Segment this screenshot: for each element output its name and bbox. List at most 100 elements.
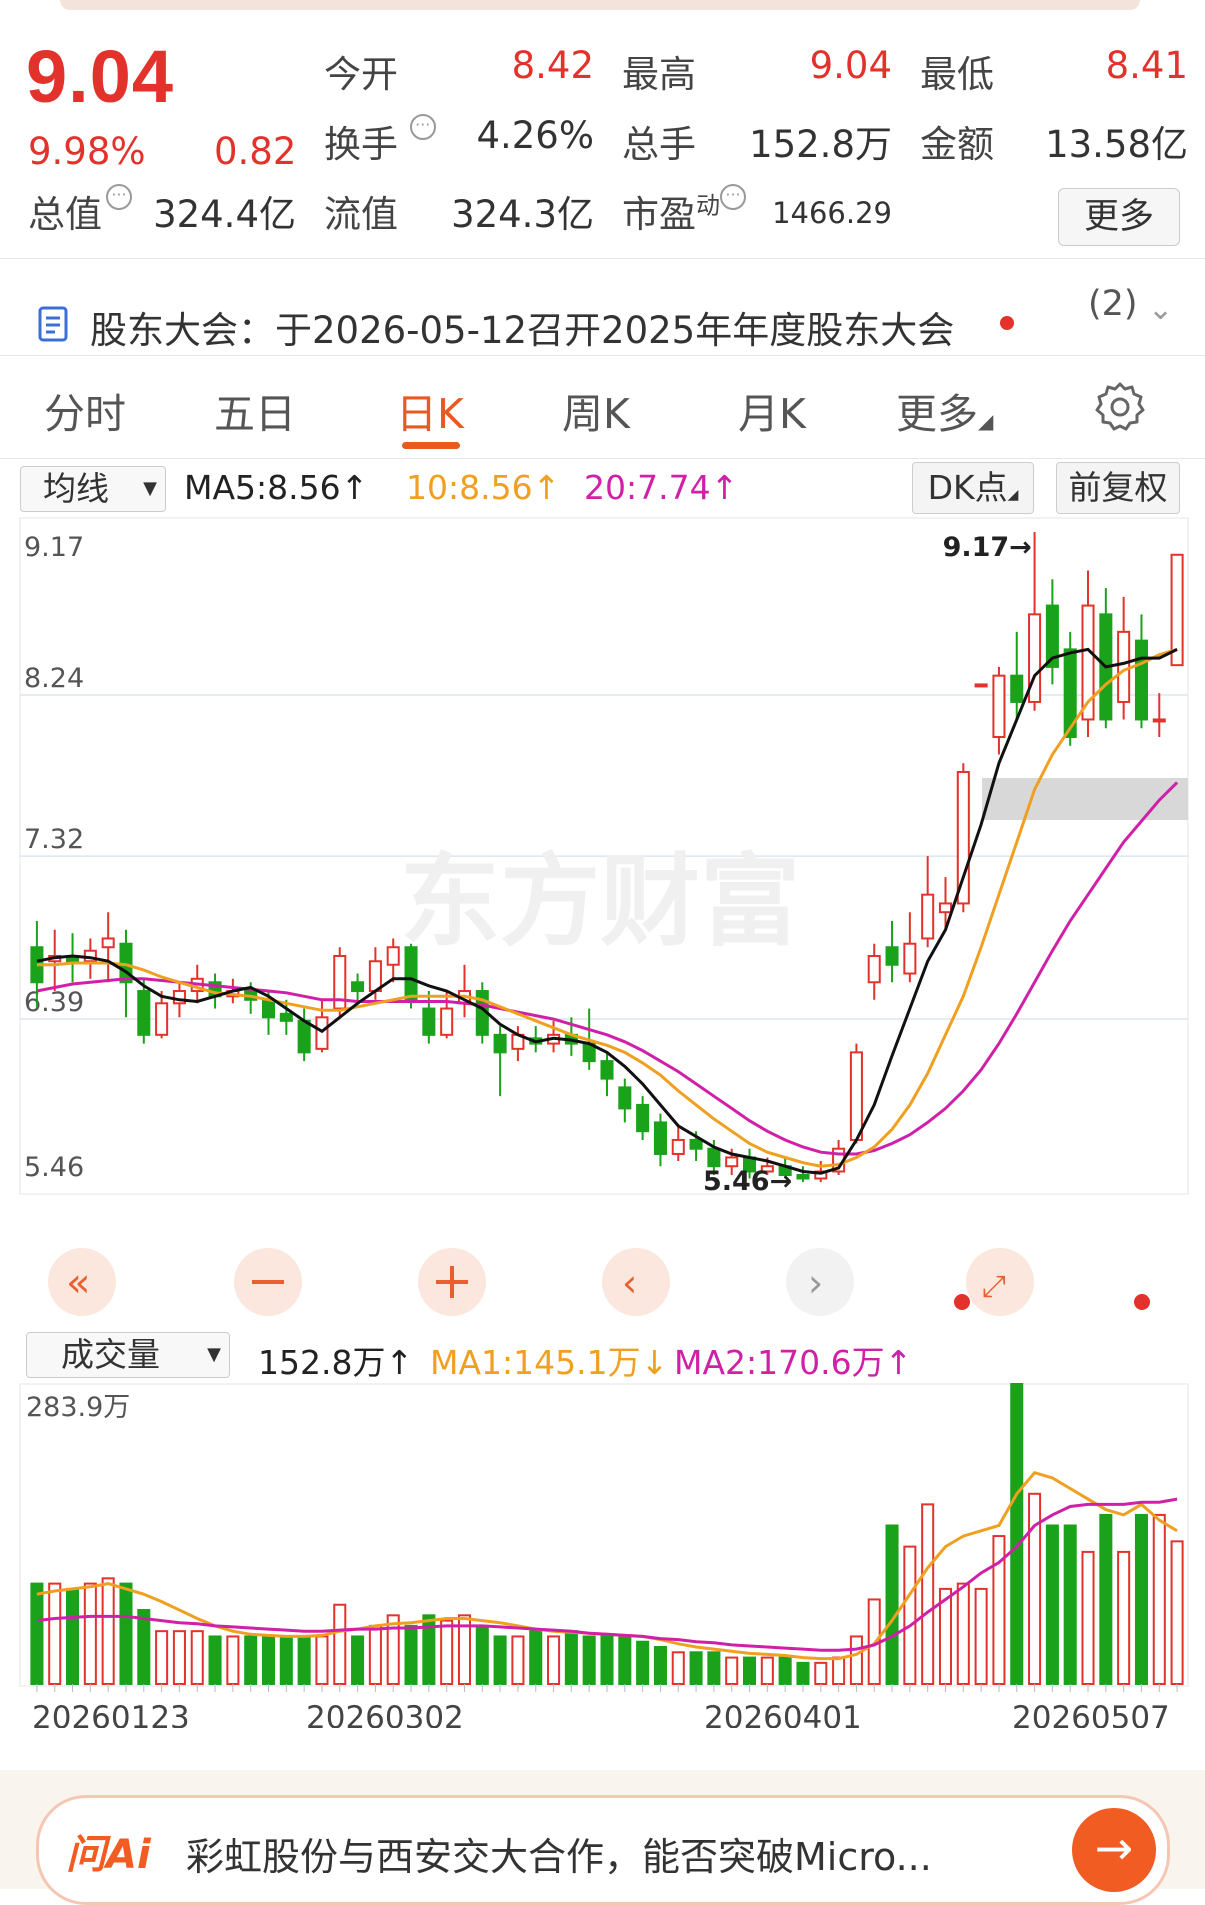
notice-text[interactable]: 股东大会：于2026-05-12召开2025年年度股东大会 [90,300,954,354]
candle-body [155,1002,169,1036]
notice-count[interactable]: (2) [1088,284,1138,324]
event-dot [954,1294,970,1310]
volume-chart[interactable]: 283.9万 20260123 20260302 20260401 202605… [0,1382,1205,1728]
candle-body [101,937,115,949]
candle-body [440,1007,454,1036]
candle-body [493,1033,507,1054]
info-icon[interactable]: ··· [720,184,746,210]
float-label: 流值 [324,193,398,236]
volume-bar [1099,1513,1113,1685]
candle-body [849,1051,863,1141]
tab-more-label: 更多 [896,390,978,438]
divider [0,458,1205,459]
quote-panel: 9.04 9.98% 0.82 今开 8.42 最高 9.04 最低 8.41 … [0,10,1205,260]
volume-bar [119,1582,133,1685]
volume-bar [244,1635,258,1685]
candle-body [315,1016,329,1050]
volume-bar [760,1656,774,1685]
kline-chart[interactable]: 东方财富 9.17 8.24 7.32 6.39 5.46 9.17→ 5.46→ « ‹… [0,516,1205,1328]
info-icon[interactable]: ··· [409,114,436,140]
candle-body [1117,630,1131,703]
volume-ma-lines [36,1470,1178,1661]
volume-bar [832,1656,846,1685]
mcap-label-text: 总值 [28,193,102,236]
volume-bar [137,1609,151,1685]
tab-more[interactable]: 更多◢ [896,380,993,440]
chevron-right-icon: › [808,1261,823,1305]
tab-daily-k[interactable]: 日K [396,380,464,440]
dropdown-icon: ▼ [143,478,157,499]
change-value: 0.82 [214,130,297,173]
amount-label: 金额 [920,123,994,166]
turnover-label-text: 换手 [324,123,398,166]
dropdown-icon: ▼ [207,1344,221,1365]
ma10-legend: 10:8.56↑ [406,468,561,507]
volume-indicator-select[interactable]: 成交量 ▼ [26,1332,230,1378]
double-left-icon: « [66,1260,90,1306]
tab-five-day[interactable]: 五日 [214,380,296,440]
candle-body [956,771,970,905]
volume-bar [511,1635,525,1685]
vol-ma2-line [36,1497,1178,1652]
high-marker: 9.17→ [943,532,1032,563]
volume-bar [475,1624,489,1686]
tab-intraday[interactable]: 分时 [44,380,126,440]
volume-bar [101,1577,115,1686]
dk-point-label: DK点 [927,468,1008,507]
volume-bar [66,1587,80,1685]
date-label: 20260507 [1012,1700,1170,1728]
ma20-line [36,781,1179,1156]
chevron-down-icon[interactable]: ⌄ [1148,292,1173,327]
candle-body [1010,674,1024,703]
price-tick-label: 9.17 [24,532,84,563]
candle-body [707,1147,721,1168]
volume-bar [653,1646,667,1685]
volume-bar [1081,1550,1095,1685]
arrow-right-icon[interactable]: → [1072,1808,1156,1892]
triangle-icon: ◢ [978,409,994,433]
candle-body [261,998,276,1019]
volume-bar [48,1582,62,1685]
volume-bar [261,1635,276,1685]
high-value: 9.04 [809,44,892,87]
change-percent: 9.98% [28,130,146,173]
tab-monthly-k[interactable]: 月K [738,380,806,440]
pe-label-text: 市盈 [622,193,696,236]
date-label: 20260302 [306,1700,464,1728]
tab-weekly-k[interactable]: 周K [562,380,630,440]
candle-body [386,946,400,966]
volume-bar [1134,1513,1148,1685]
volume-value: 152.8万 [749,123,892,166]
volume-bar [368,1624,382,1686]
pe-superscript: 动 [696,191,720,220]
price-tick-label: 7.32 [24,824,84,855]
gear-icon[interactable] [1094,380,1146,432]
volume-bar [226,1635,240,1685]
volume-bar [1152,1513,1166,1685]
indicator-select[interactable]: 均线 ▼ [20,466,166,512]
volume-bar [778,1656,792,1685]
volume-bar [564,1630,578,1685]
candle-body [725,1156,739,1168]
volume-bar [1170,1540,1184,1685]
open-label: 今开 [324,53,398,96]
volume-bar [279,1635,293,1685]
info-icon[interactable]: ··· [106,184,132,210]
volume-bar [671,1651,685,1686]
ask-ai-prompt[interactable]: 彩虹股份与西安交大合作，能否突破Micro... [186,1826,932,1881]
date-label: 20260401 [704,1700,862,1728]
gap-zone [982,778,1188,820]
turnover-value: 4.26% [476,114,594,157]
open-value: 8.42 [511,44,594,87]
active-tab-indicator [402,442,460,449]
volume-bar [600,1635,614,1685]
volume-bar [155,1630,169,1685]
more-quote-button[interactable]: 更多 [1058,188,1180,246]
candle-body [1170,553,1184,667]
top-cap [60,0,1140,10]
candle-body [796,1173,810,1180]
candle-body [618,1086,632,1110]
dk-point-button[interactable]: DK点◢ [912,462,1034,514]
candle-body [1134,639,1148,721]
adjust-button[interactable]: 前复权 [1056,462,1180,514]
